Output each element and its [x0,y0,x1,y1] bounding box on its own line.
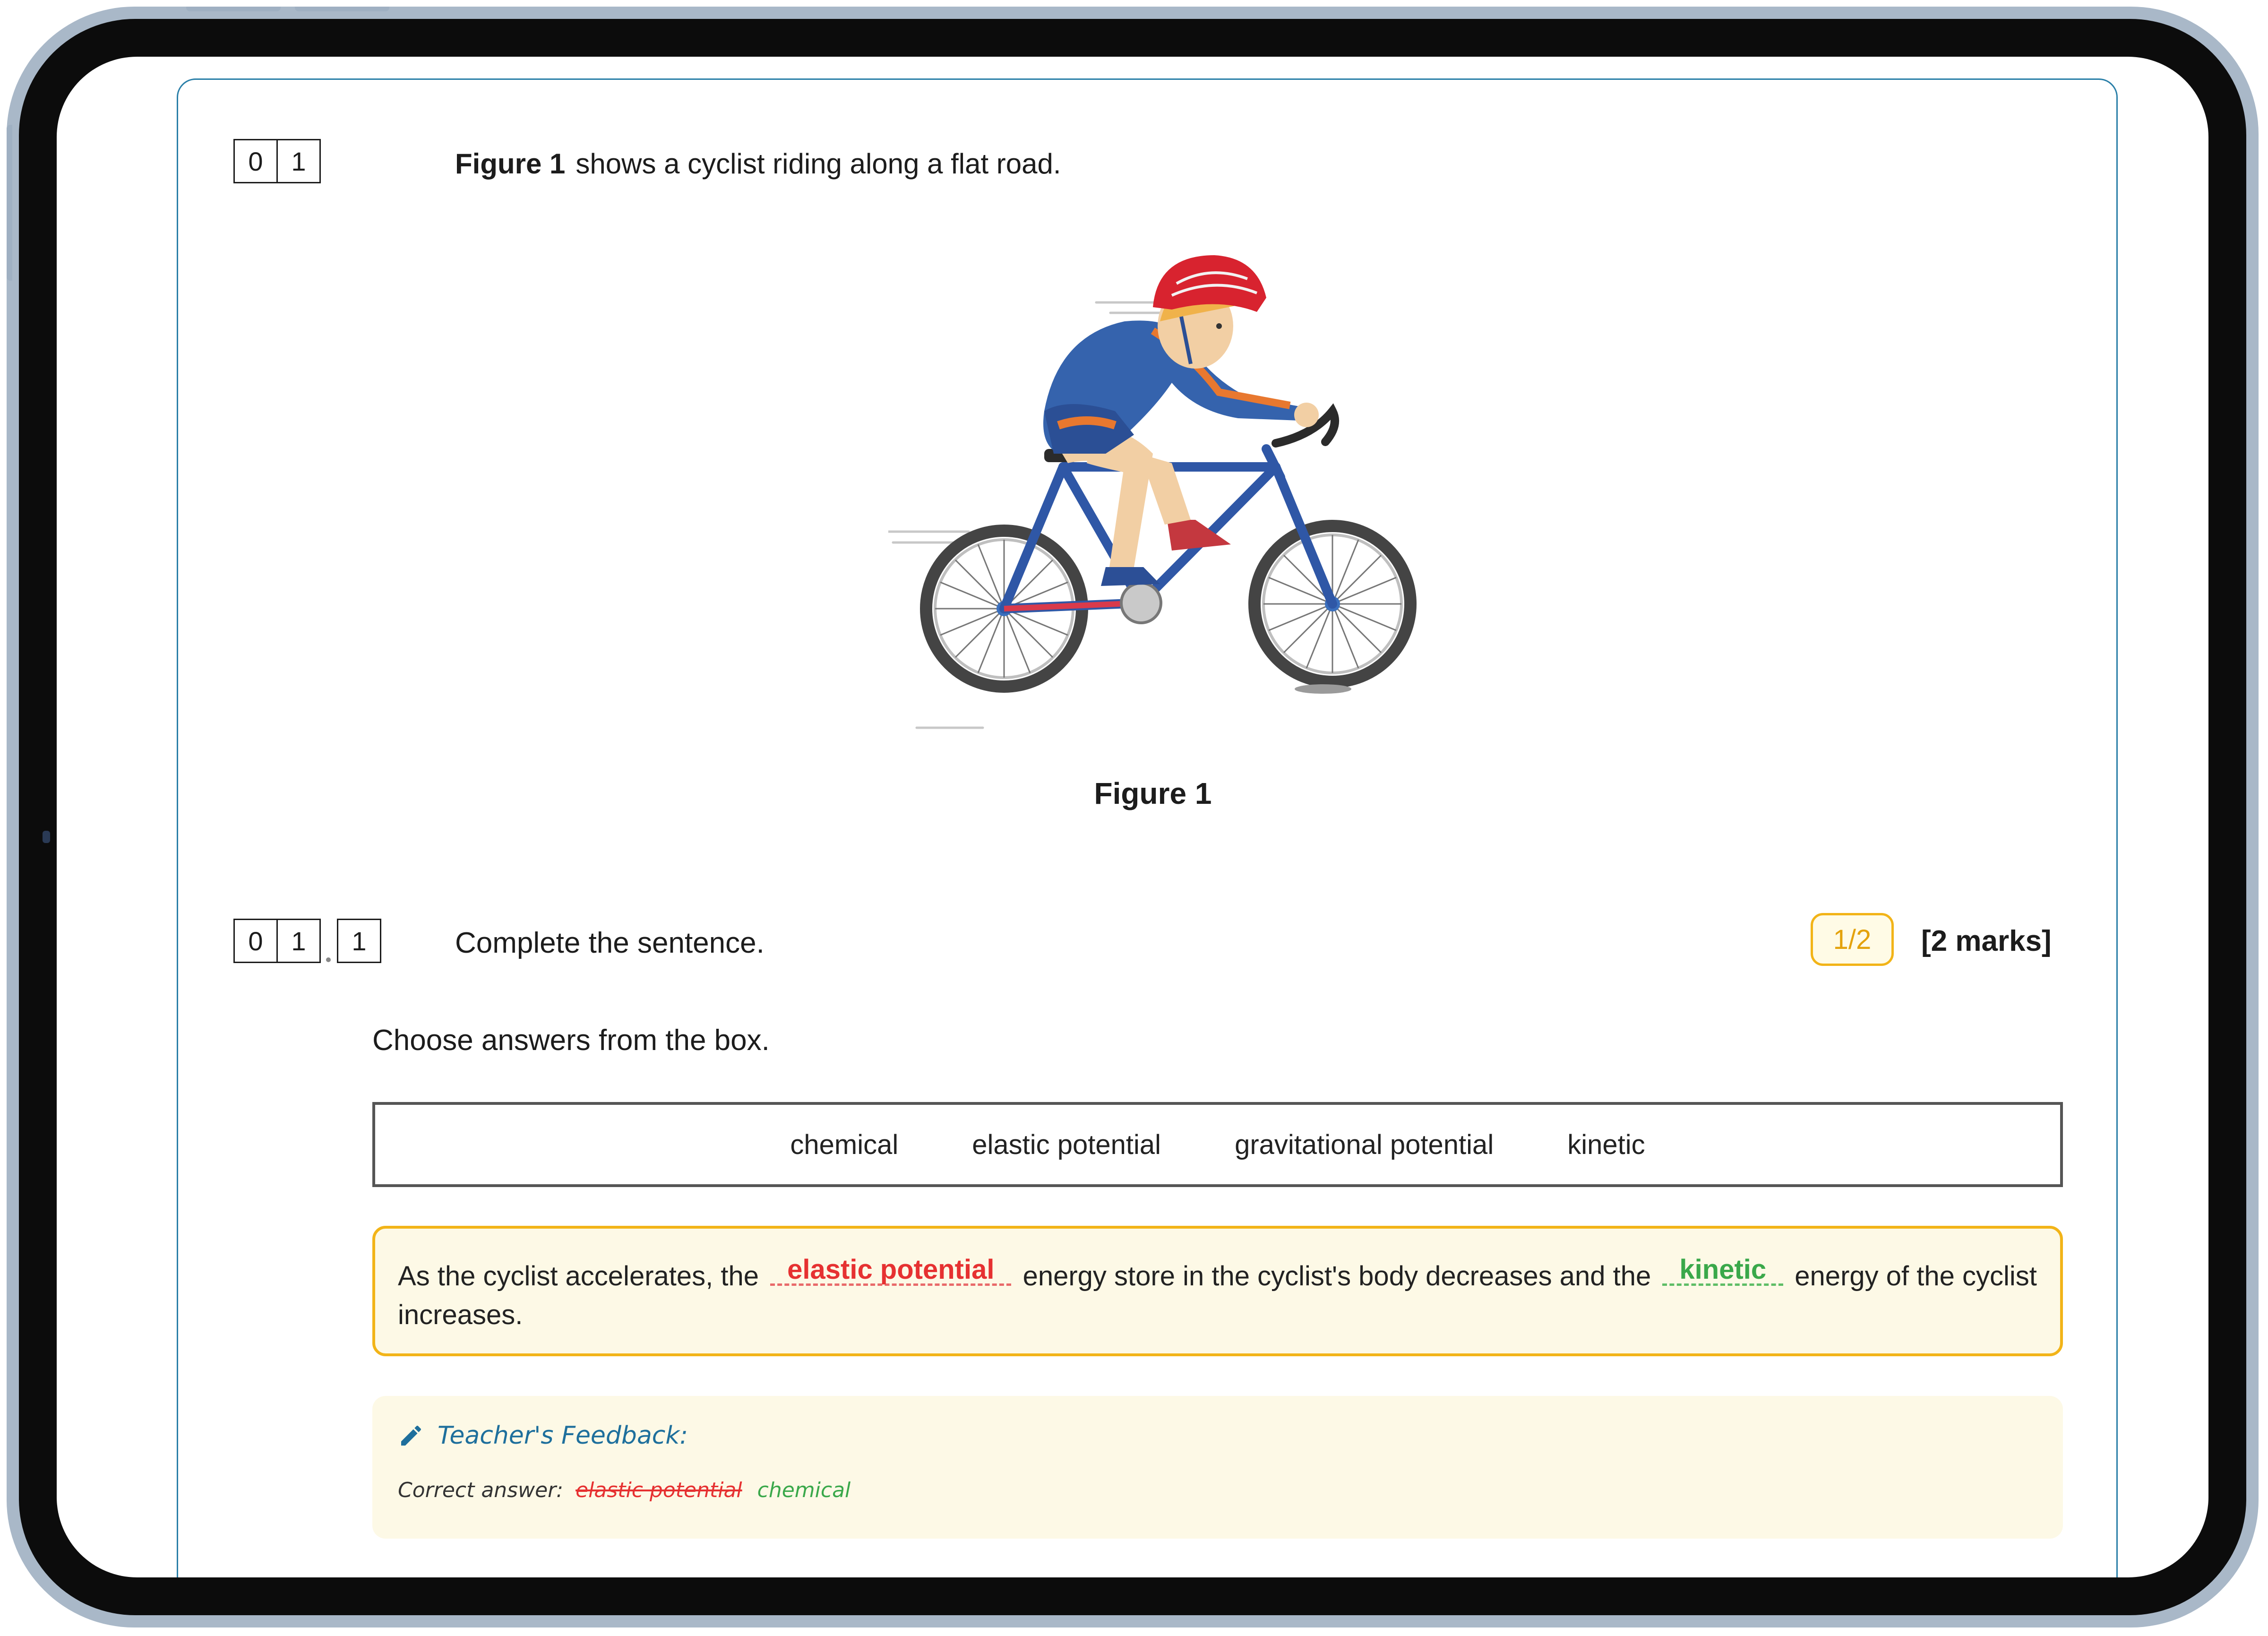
subquestion-digit: 1 [337,919,381,963]
volume-up-button [186,7,281,11]
option-elastic-potential: elastic potential [972,1129,1161,1160]
cyclist-illustration [888,255,1417,729]
volume-down-button [295,7,389,11]
rider-hand [1294,403,1319,427]
subquestion-prompt: Complete the sentence. [455,927,765,959]
student-answer: As the cyclist accelerates, the elastic … [372,1226,2063,1356]
answer-options-box: chemical elastic potential gravitational… [372,1102,2063,1187]
answer-text: As the cyclist accelerates, the [398,1261,759,1292]
screen: 0 1 Figure 1 shows a cyclist riding along… [57,57,2208,1577]
question-number: 0 1 [233,139,321,183]
subquestion-digit: 0 [233,919,278,963]
question-digit: 1 [276,139,321,183]
figure-reference: Figure 1 [455,148,566,180]
chainring [1120,582,1162,624]
option-gravitational-potential: gravitational potential [1235,1129,1494,1160]
pencil-icon [401,1425,421,1446]
teacher-feedback: Teacher's Feedback: Correct answer: elas… [372,1396,2063,1539]
feedback-title: Teacher's Feedback: [398,1421,688,1450]
wheel-shadow [1295,684,1351,694]
tablet-frame: 0 1 Figure 1 shows a cyclist riding along… [7,7,2259,1627]
camera-sensor [43,831,50,843]
subquestion-number: 0 1 1 [233,919,381,963]
rider-shoe-back [1101,567,1160,586]
figure-caption: Figure 1 [1094,776,1212,810]
corrected-answer: chemical [757,1478,851,1502]
feedback-title-text: Teacher's Feedback: [438,1421,688,1450]
intro-text: shows a cyclist riding along a flat road… [576,148,1061,180]
bezel: 0 1 Figure 1 shows a cyclist riding along… [19,19,2246,1615]
score-badge: 1/2 [1811,913,1894,966]
instruction-text: Choose answers from the box. [372,1024,770,1057]
answer-blank-correct[interactable]: kinetic [1662,1256,1784,1286]
option-kinetic: kinetic [1567,1129,1645,1160]
question-digit: 0 [233,139,278,183]
answer-text: energy store in the cyclist's body decre… [1022,1261,1651,1292]
correct-answer-line: Correct answer: elastic potential chemic… [398,1478,850,1502]
correct-answer-label: Correct answer: [398,1478,564,1502]
power-button [7,125,12,281]
jersey-stripe [1057,416,1117,430]
rider-eye [1216,323,1222,329]
subquestion-digit: 1 [276,919,321,963]
marks-label: [2 marks] [1921,925,2052,957]
answer-blank-incorrect[interactable]: elastic potential [770,1256,1012,1286]
option-chemical: chemical [790,1129,899,1160]
helmet-icon [1153,255,1266,312]
question-intro: Figure 1 shows a cyclist riding along a f… [455,147,1061,180]
number-separator [321,919,337,963]
struck-answer: elastic potential [576,1478,742,1502]
